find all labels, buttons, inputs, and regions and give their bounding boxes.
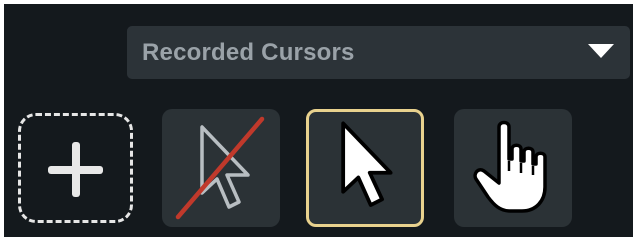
hidden-cursor-icon bbox=[175, 116, 265, 220]
dropdown-selected-value: Recorded Cursors bbox=[142, 39, 355, 66]
cursor-source-dropdown[interactable]: Recorded Cursors bbox=[127, 26, 630, 79]
plus-icon-vertical bbox=[72, 142, 80, 197]
cursor-option-hand[interactable] bbox=[454, 109, 572, 227]
add-cursor-button[interactable] bbox=[18, 113, 133, 223]
hand-cursor-icon bbox=[473, 120, 547, 213]
cursor-option-none[interactable] bbox=[162, 109, 280, 227]
caret-down-icon[interactable] bbox=[588, 44, 614, 58]
cursor-option-arrow[interactable] bbox=[306, 109, 424, 227]
arrow-cursor-icon bbox=[341, 121, 393, 207]
cursor-panel: Recorded Cursors bbox=[4, 4, 633, 237]
